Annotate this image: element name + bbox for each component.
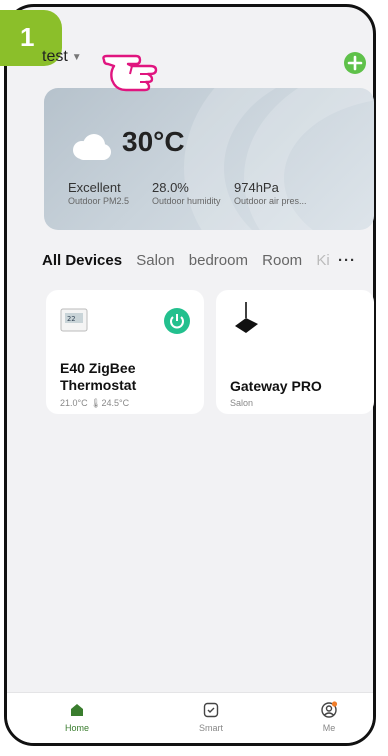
metric-pm25: Excellent Outdoor PM2.5 xyxy=(68,180,129,206)
metric-value: Excellent xyxy=(68,180,121,195)
nav-me[interactable]: Me xyxy=(299,701,359,733)
gateway-icon xyxy=(235,302,258,333)
pointing-hand-icon xyxy=(102,54,158,92)
nav-home[interactable]: Home xyxy=(47,701,107,733)
power-icon xyxy=(170,314,184,329)
room-tabs: All Devices Salon bedroom Room Ki ··· xyxy=(42,252,382,274)
device-name: Gateway PRO xyxy=(230,378,322,394)
device-room: Salon xyxy=(230,398,254,408)
weather-card[interactable]: 30°C Excellent Outdoor PM2.5 28.0% Outdo… xyxy=(44,88,374,230)
tab-kitchen[interactable]: Ki xyxy=(316,252,329,269)
nav-me-label: Me xyxy=(322,723,336,733)
device-card-thermostat[interactable]: 22 E40 ZigBee Thermostat 21.0°C 🌡24.5°C xyxy=(46,290,204,414)
home-selector[interactable]: test ▼ xyxy=(42,48,82,66)
user-icon xyxy=(321,701,338,718)
metric-air-pressure: 974hPa Outdoor air pres... xyxy=(234,180,307,206)
power-button[interactable] xyxy=(164,308,190,334)
cloud-icon xyxy=(73,134,111,160)
device-name-line1: E40 ZigBee xyxy=(60,360,136,376)
nav-smart-label: Smart xyxy=(198,723,223,733)
nav-smart[interactable]: Smart xyxy=(181,701,241,733)
metric-label: Outdoor PM2.5 xyxy=(68,196,130,206)
tab-bedroom[interactable]: bedroom xyxy=(189,252,248,269)
nav-home-label: Home xyxy=(64,723,89,733)
device-name-line2: Thermostat xyxy=(60,377,137,393)
add-device-button[interactable] xyxy=(344,52,366,74)
metric-label: Outdoor air pres... xyxy=(234,196,307,206)
metric-value: 28.0% xyxy=(152,180,189,195)
plus-icon xyxy=(347,55,363,71)
tab-salon[interactable]: Salon xyxy=(136,252,174,269)
metric-value: 974hPa xyxy=(234,180,279,195)
more-tabs-button[interactable]: ··· xyxy=(334,252,356,269)
tab-room[interactable]: Room xyxy=(262,252,302,269)
chevron-down-icon: ▼ xyxy=(71,51,82,63)
smart-icon xyxy=(203,702,219,718)
device-name: E40 ZigBee Thermostat xyxy=(60,360,136,394)
metric-label: Outdoor humidity xyxy=(152,196,221,206)
bottom-nav: Home Smart Me xyxy=(7,692,373,743)
step-number: 1 xyxy=(20,22,35,52)
thermostat-icon: 22 xyxy=(60,308,88,332)
temperature: 30°C xyxy=(122,126,185,157)
svg-text:22: 22 xyxy=(67,315,75,323)
device-card-gateway[interactable]: Gateway PRO Salon xyxy=(216,290,374,414)
metric-humidity: 28.0% Outdoor humidity xyxy=(152,180,221,206)
home-name: test xyxy=(42,48,68,65)
device-status: 21.0°C 🌡24.5°C xyxy=(60,398,130,408)
tab-all-devices[interactable]: All Devices xyxy=(42,252,122,269)
home-icon xyxy=(71,704,83,716)
